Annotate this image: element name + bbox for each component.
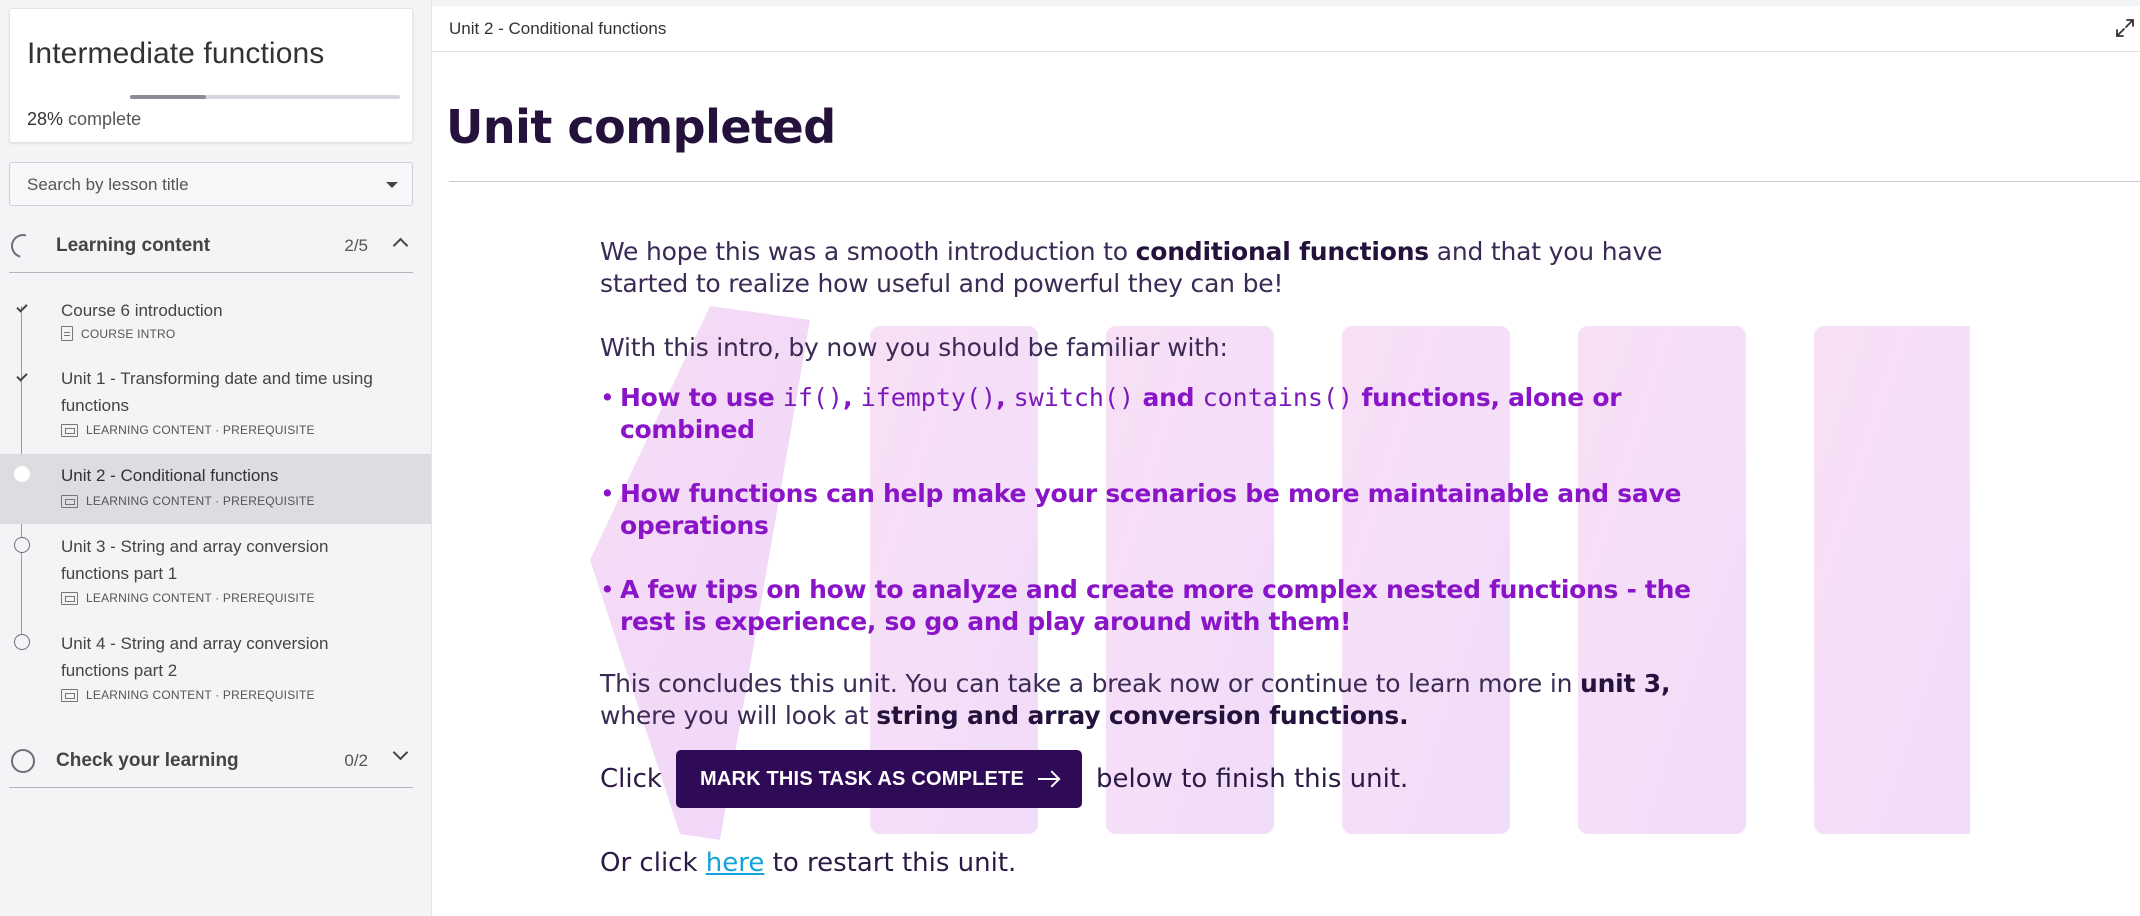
familiar-paragraph: With this intro, by now you should be fa… — [600, 333, 1228, 362]
restart-link[interactable]: here — [706, 848, 765, 878]
lesson-meta-text: COURSE INTRO — [81, 326, 176, 341]
lesson-meta-text: LEARNING CONTENT · PREREQUISITE — [86, 591, 315, 605]
mark-complete-label: MARK THIS TASK AS COMPLETE — [699, 767, 1025, 790]
code-switch: switch() — [1013, 383, 1135, 412]
section-label: Learning content — [56, 235, 211, 256]
expand-icon[interactable] — [2114, 17, 2136, 39]
bullet-sep: , — [996, 383, 1014, 412]
lesson-meta: LEARNING CONTENT · PREREQUISITE — [61, 423, 315, 437]
course-card: Intermediate functions 28% complete — [9, 8, 413, 143]
progress-percent: 28% — [27, 109, 64, 129]
section-learning-content[interactable]: Learning content 2/5 — [6, 218, 413, 273]
search-placeholder: Search by lesson title — [27, 175, 189, 194]
page-title: Unit completed — [446, 100, 836, 154]
section-count: 2/5 — [344, 236, 368, 255]
topbar: Unit 2 - Conditional functions — [432, 6, 2140, 52]
progress-ring-icon — [11, 749, 35, 773]
after-button-text: below to finish this unit. — [1096, 764, 1409, 794]
caret-down-icon — [386, 182, 398, 188]
progress-text: 28% complete — [27, 109, 141, 130]
course-progress-bar — [130, 95, 400, 99]
lesson-title: Unit 3 - String and array conversion fun… — [61, 537, 329, 583]
slides-icon — [61, 688, 78, 702]
slides-icon — [61, 591, 78, 605]
lesson-search-select[interactable]: Search by lesson title — [9, 162, 413, 206]
bullet-sep: , — [842, 383, 861, 412]
lesson-meta: COURSE INTRO — [61, 326, 175, 341]
section-check-your-learning[interactable]: Check your learning 0/2 — [9, 733, 413, 788]
check-icon — [14, 300, 30, 316]
lesson-item-course-intro[interactable]: Course 6 introduction COURSE INTRO — [0, 290, 431, 354]
restart-pre: Or click — [600, 848, 706, 878]
lesson-meta: LEARNING CONTENT · PREREQUISITE — [61, 494, 315, 508]
intro-bold: conditional functions — [1135, 237, 1430, 266]
breadcrumb: Unit 2 - Conditional functions — [449, 19, 667, 38]
progress-ring-icon — [6, 229, 40, 263]
lesson-title: Course 6 introduction — [61, 301, 223, 320]
code-if: if() — [782, 383, 843, 412]
lesson-meta: LEARNING CONTENT · PREREQUISITE — [61, 591, 315, 605]
conclude-text-2: where you will look at — [600, 701, 877, 730]
chevron-up-icon[interactable] — [392, 237, 409, 254]
lesson-meta-text: LEARNING CONTENT · PREREQUISITE — [86, 494, 315, 508]
slides-icon — [61, 423, 78, 437]
progress-fill — [130, 95, 206, 99]
code-ifempty: ifempty() — [860, 383, 997, 412]
lesson-title: Unit 4 - String and array conversion fun… — [61, 634, 329, 680]
lesson-title: Unit 1 - Transforming date and time usin… — [61, 369, 373, 415]
arrow-right-icon — [1038, 778, 1059, 780]
lesson-item-unit-1[interactable]: Unit 1 - Transforming date and time usin… — [0, 360, 431, 448]
lesson-meta: LEARNING CONTENT · PREREQUISITE — [61, 688, 315, 702]
main-content: Unit 2 - Conditional functions Unit comp… — [432, 0, 2140, 916]
check-icon — [14, 369, 30, 385]
section-count: 0/2 — [344, 751, 368, 770]
bullet-text: How to use — [620, 383, 783, 412]
conclude-text-1: This concludes this unit. You can take a… — [600, 669, 1580, 698]
circle-icon — [14, 634, 30, 650]
current-lesson-icon — [14, 466, 30, 482]
conclude-bold-1: unit 3, — [1579, 669, 1671, 698]
learning-point: How functions can help make your scenari… — [600, 478, 1730, 542]
course-title: Intermediate functions — [27, 37, 325, 70]
learning-points-list: How to use if(), ifempty(), switch() and… — [600, 382, 1730, 638]
code-contains: contains() — [1202, 383, 1354, 412]
lesson-item-unit-2[interactable]: Unit 2 - Conditional functions LEARNING … — [0, 454, 431, 524]
click-label: Click — [600, 764, 662, 794]
restart-paragraph: Or click here to restart this unit. — [600, 848, 1730, 878]
conclusion-paragraph: This concludes this unit. You can take a… — [600, 668, 1730, 732]
slides-icon — [61, 494, 78, 508]
learning-point: A few tips on how to analyze and create … — [600, 574, 1730, 638]
intro-paragraph: We hope this was a smooth introduction t… — [600, 236, 1730, 300]
progress-suffix: complete — [68, 109, 142, 129]
mark-complete-button[interactable]: MARK THIS TASK AS COMPLETE — [675, 750, 1083, 808]
circle-icon — [14, 537, 30, 553]
intro-text-1: We hope this was a smooth introduction t… — [600, 237, 1136, 266]
bullet-and: and — [1134, 383, 1203, 412]
complete-cta-row: Click MARK THIS TASK AS COMPLETE below t… — [600, 750, 1730, 808]
lesson-item-unit-4[interactable]: Unit 4 - String and array conversion fun… — [0, 627, 431, 715]
course-sidebar: Intermediate functions 28% complete Sear… — [0, 0, 432, 916]
lesson-item-unit-3[interactable]: Unit 3 - String and array conversion fun… — [0, 530, 431, 618]
lesson-meta-text: LEARNING CONTENT · PREREQUISITE — [86, 423, 315, 437]
section-label: Check your learning — [56, 750, 239, 771]
restart-post: to restart this unit. — [764, 848, 1017, 878]
chevron-down-icon[interactable] — [392, 744, 409, 761]
title-divider — [449, 181, 2140, 182]
conclude-bold-2: string and array conversion functions. — [876, 701, 1409, 730]
unit-summary: We hope this was a smooth introduction t… — [600, 236, 1730, 878]
learning-point: How to use if(), ifempty(), switch() and… — [600, 382, 1730, 446]
lesson-title: Unit 2 - Conditional functions — [61, 466, 279, 485]
lesson-meta-text: LEARNING CONTENT · PREREQUISITE — [86, 688, 315, 702]
document-icon — [61, 326, 73, 341]
